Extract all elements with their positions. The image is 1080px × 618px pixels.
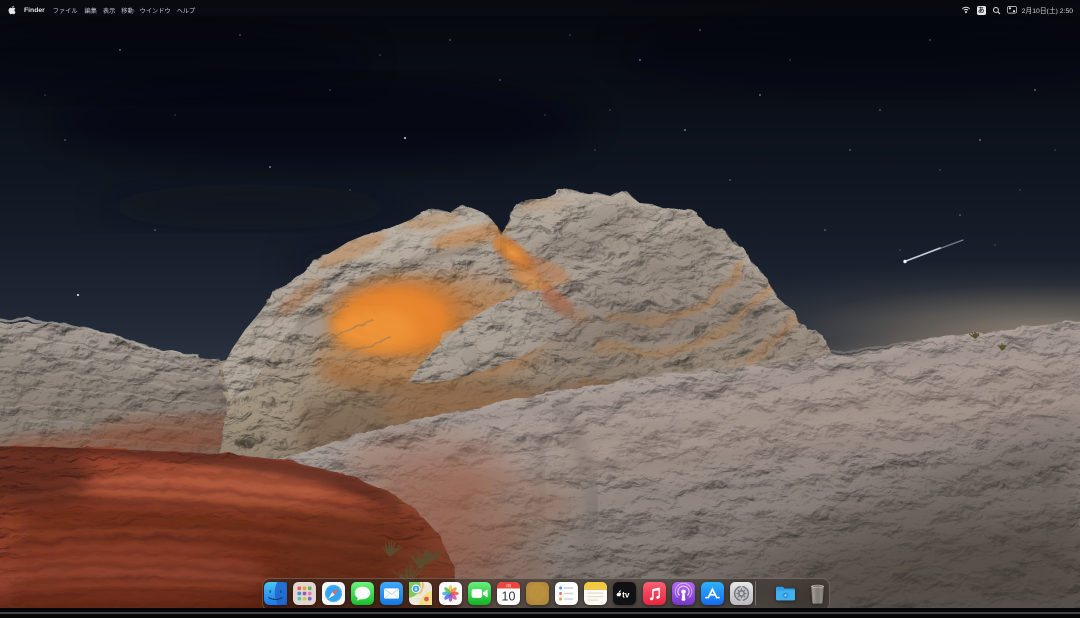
svg-text:tv: tv	[623, 590, 631, 599]
svg-text:2月: 2月	[506, 584, 511, 588]
svg-text:10: 10	[501, 589, 515, 603]
